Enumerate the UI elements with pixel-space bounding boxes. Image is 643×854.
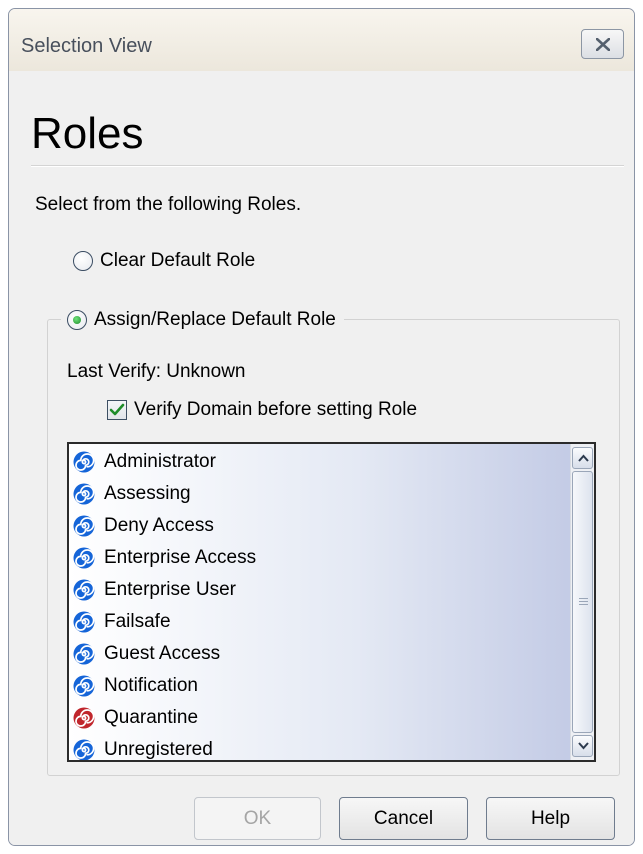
assign-replace-default-role-option[interactable]: Assign/Replace Default Role (61, 309, 344, 331)
window-title: Selection View (21, 35, 152, 57)
list-item[interactable]: Guest Access (73, 638, 220, 670)
role-icon-blue (73, 611, 95, 633)
role-label: Assessing (104, 483, 191, 504)
verify-domain-label: Verify Domain before setting Role (134, 399, 418, 420)
thumb-grip-line (579, 604, 588, 605)
assign-replace-default-role-radio[interactable] (67, 310, 87, 330)
list-item[interactable]: Administrator (73, 446, 216, 478)
role-label: Quarantine (104, 707, 199, 728)
thumb-grip-line (579, 601, 588, 602)
role-label: Unregistered (104, 739, 213, 760)
last-verify-status: Last Verify: Unknown (67, 361, 246, 382)
scroll-down-button[interactable] (572, 735, 593, 757)
close-icon (596, 38, 610, 51)
role-icon-blue (73, 547, 95, 569)
dialog-content: Roles Select from the following Roles. C… (9, 71, 634, 845)
role-icon-blue (73, 515, 95, 537)
clear-default-role-radio[interactable] (73, 251, 93, 271)
role-icon-blue (73, 675, 95, 697)
role-icon-blue (73, 643, 95, 665)
page-title: Roles (31, 109, 144, 158)
list-item[interactable]: Enterprise User (73, 574, 236, 606)
verify-domain-option[interactable]: Verify Domain before setting Role (107, 399, 417, 421)
roles-list[interactable]: Administrator Assessing Deny Access Enterpr… (67, 442, 596, 762)
role-icon-blue (73, 483, 95, 505)
list-item[interactable]: Failsafe (73, 606, 171, 638)
role-label: Failsafe (104, 611, 171, 632)
heading-divider (31, 165, 624, 167)
clear-default-role-option[interactable]: Clear Default Role (73, 250, 255, 272)
list-item[interactable]: Assessing (73, 478, 191, 510)
role-label: Enterprise User (104, 579, 236, 600)
list-item[interactable]: Unregistered (73, 734, 213, 760)
assign-replace-default-role-label: Assign/Replace Default Role (94, 309, 336, 330)
verify-domain-checkbox[interactable] (107, 400, 127, 420)
role-label: Notification (104, 675, 198, 696)
title-bar[interactable]: Selection View (9, 9, 634, 71)
clear-default-role-label: Clear Default Role (100, 250, 256, 271)
help-button[interactable]: Help (486, 797, 615, 840)
thumb-grip-line (579, 598, 588, 599)
list-item[interactable]: Notification (73, 670, 198, 702)
ok-button[interactable]: OK (194, 797, 321, 840)
role-label: Enterprise Access (104, 547, 257, 568)
list-item[interactable]: Deny Access (73, 510, 214, 542)
selection-view-window: Selection View Roles Select from the fol… (8, 8, 635, 846)
cancel-button[interactable]: Cancel (339, 797, 468, 840)
checkmark-icon (109, 403, 125, 416)
chevron-up-icon (578, 454, 589, 462)
role-icon-blue (73, 451, 95, 473)
roles-list-scrollbar[interactable] (570, 444, 594, 760)
list-item[interactable]: Quarantine (73, 702, 198, 734)
chevron-down-icon (578, 742, 589, 750)
role-label: Deny Access (104, 515, 214, 536)
role-icon-red (73, 707, 95, 729)
list-item[interactable]: Enterprise Access (73, 542, 256, 574)
instruction-text: Select from the following Roles. (35, 194, 302, 215)
role-label: Guest Access (104, 643, 221, 664)
role-icon-blue (73, 579, 95, 601)
role-icon-blue (73, 739, 95, 760)
scroll-up-button[interactable] (572, 447, 593, 469)
close-button[interactable] (581, 29, 624, 59)
scrollbar-thumb[interactable] (572, 471, 593, 733)
role-label: Administrator (104, 451, 216, 472)
